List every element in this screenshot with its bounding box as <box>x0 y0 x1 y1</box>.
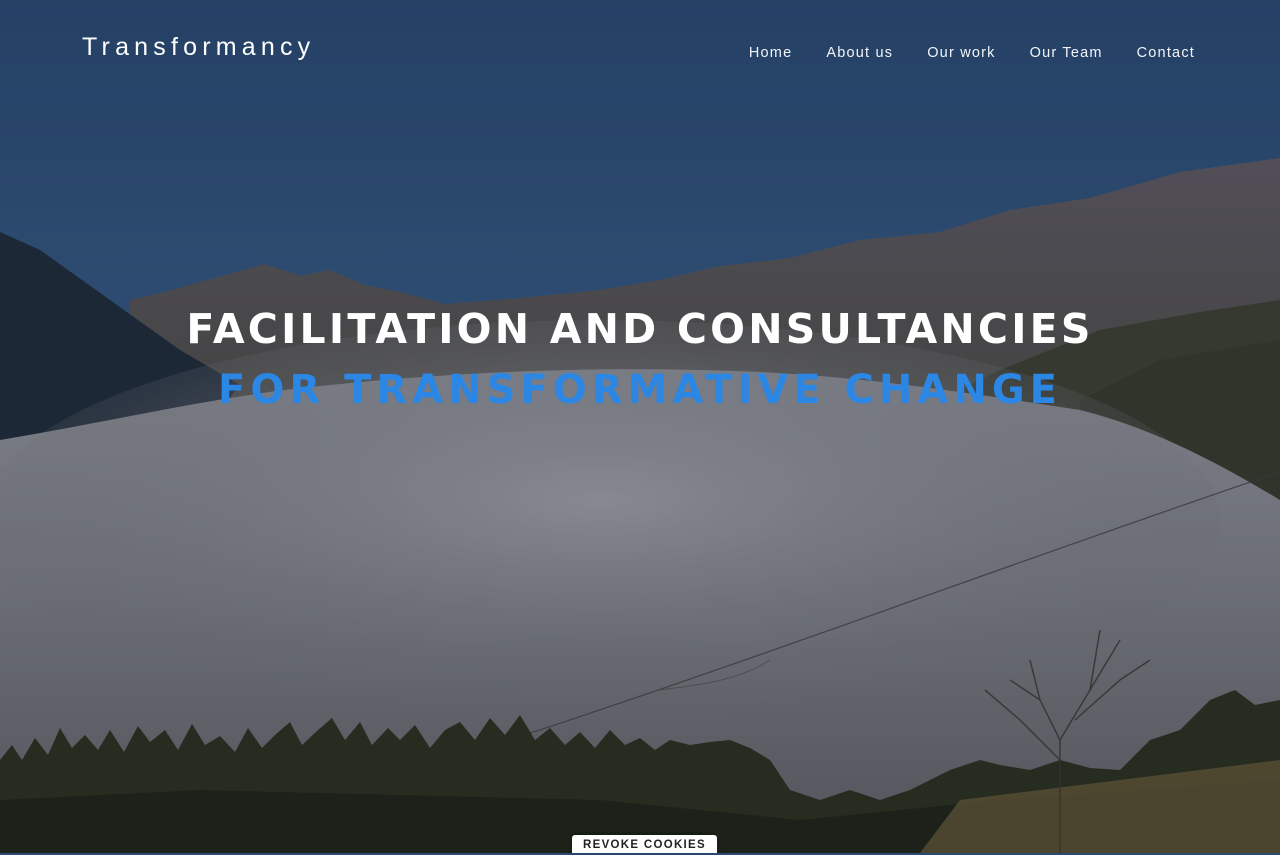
main-menu: Home About us Our work Our Team Contact <box>749 45 1195 61</box>
hero-background-image <box>0 0 1280 853</box>
brand-logo-link[interactable]: Transformancy <box>82 33 315 62</box>
hero-title-line2: FOR TRANSFORMATIVE CHANGE <box>218 367 1062 413</box>
revoke-cookies-button[interactable]: REVOKE COOKIES <box>572 835 717 853</box>
nav-item-about-us[interactable]: About us <box>826 45 893 61</box>
hero-headline: FACILITATION AND CONSULTANCIES FOR TRANS… <box>0 305 1280 413</box>
nav-item-contact[interactable]: Contact <box>1137 45 1195 61</box>
nav-item-our-work[interactable]: Our work <box>927 45 995 61</box>
nav-item-our-team[interactable]: Our Team <box>1030 45 1103 61</box>
hero-title-line1: FACILITATION AND CONSULTANCIES <box>186 305 1094 353</box>
nav-item-home[interactable]: Home <box>749 45 792 61</box>
top-navigation: Transformancy Home About us Our work Our… <box>0 0 1280 110</box>
